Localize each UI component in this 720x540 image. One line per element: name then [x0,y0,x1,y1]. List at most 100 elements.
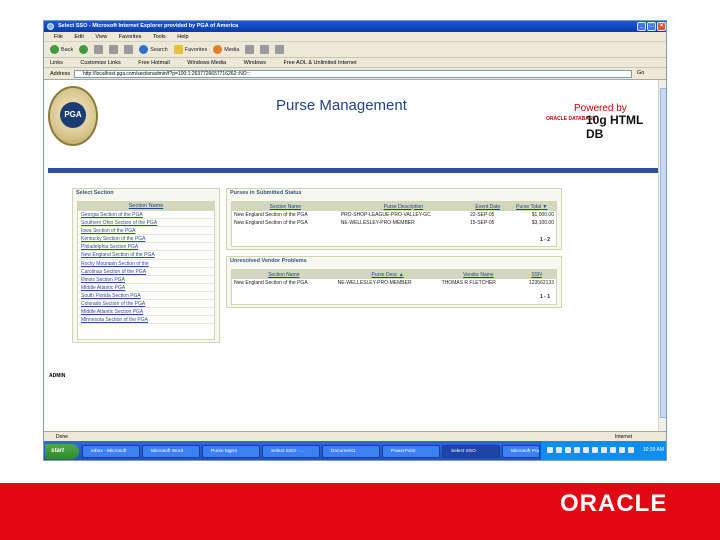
section-link[interactable]: Kentucky Section of the PGA [78,235,214,244]
section-link[interactable]: Iowa Section of the PGA [78,227,214,236]
taskbar-item[interactable]: Select SSO - ... [262,445,320,458]
media-button[interactable]: Media [213,45,239,54]
mail-button[interactable] [260,45,270,54]
back-button[interactable]: Back [50,45,73,54]
print-button[interactable] [275,45,285,54]
vendor-table: Section Name Purse Desc ▲ Vendor Name SS… [232,270,556,287]
table-row[interactable]: New England Section of the PGA NE-WELLES… [232,279,556,287]
section-link[interactable]: New England Section of the PGA [78,251,214,260]
browser-window: Select SSO - Microsoft Internet Explorer… [43,20,667,461]
minimize-button[interactable]: _ [637,22,646,31]
tray-icon[interactable] [610,447,616,453]
favorites-button[interactable]: Favorites [173,45,207,54]
vertical-scrollbar[interactable] [658,80,666,431]
close-button[interactable]: × [657,22,666,31]
menu-favorites[interactable]: Favorites [119,34,142,40]
stop-button[interactable] [94,45,104,54]
section-link[interactable]: Minnesota Section of the PGA [78,316,214,325]
purses-submitted-region: Purses in Submitted Status Section Name … [226,188,562,250]
taskbar-item[interactable]: Purse Mgmt [202,445,260,458]
col-purse-desc[interactable]: Purse Desc ▲ [335,270,440,279]
section-link[interactable]: Colorado Section of the PGA [78,300,214,309]
col-vendor-name[interactable]: Vendor Name [439,270,518,279]
link-customize[interactable]: Customize Links [80,60,120,66]
purses-region-title: Purses in Submitted Status [230,190,302,196]
search-button[interactable]: Search [139,45,168,54]
tray-icon[interactable] [565,447,571,453]
pga-logo: PGA [48,86,98,146]
taskbar-item[interactable]: Microsoft PowerPoint [502,445,540,458]
taskbar-item[interactable]: Select SSO [442,445,500,458]
col-ssn[interactable]: SSN [517,270,556,279]
section-link[interactable]: Georgia Section of the PGA [78,211,214,220]
media-icon [213,45,223,54]
star-icon [173,45,183,54]
start-button[interactable]: start [45,444,79,459]
taskbar-item[interactable]: PowerPoint [382,445,440,458]
section-link[interactable]: Middle Atlantic PGA [78,284,214,292]
menu-view[interactable]: View [95,34,107,40]
link-aol[interactable]: Free AOL & Unlimited Internet [283,60,356,66]
section-link[interactable]: Middle Atlantic Section PGA [78,308,214,317]
address-input[interactable]: http://localhost.pga.com/sectionadmin/f?… [74,70,632,78]
section-link[interactable]: South Florida Section PGA [78,292,214,301]
page-title: Purse Management [276,97,407,114]
section-name-header[interactable]: Section Name [78,202,214,211]
links-label: Links [50,60,63,66]
history-icon [245,45,255,54]
window-title: Select SSO - Microsoft Internet Explorer… [58,23,239,29]
table-row[interactable]: New England Section of the PGA NE-WELLES… [232,219,556,227]
tray-icon[interactable] [619,447,625,453]
address-bar: Address http://localhost.pga.com/section… [44,68,666,80]
vendor-table-wrap: Section Name Purse Desc ▲ Vendor Name SS… [231,269,557,305]
col-purse-description[interactable]: Purse Description [338,202,468,211]
link-windows[interactable]: Windows [244,60,266,66]
section-link[interactable]: Carolinas Section of the PGA [78,268,214,276]
tray-icon[interactable] [592,447,598,453]
col-purse-total[interactable]: Purse Total ▼ [507,202,556,211]
menu-file[interactable]: File [54,34,63,40]
sort-up-icon: ▲ [398,271,404,278]
menu-tools[interactable]: Tools [153,34,166,40]
taskbar-item[interactable]: Microsoft Word [142,445,200,458]
scrollbar-thumb[interactable] [660,88,666,418]
link-hotmail[interactable]: Free Hotmail [138,60,169,66]
menu-help[interactable]: Help [177,34,188,40]
system-tray: 10:39 AM [540,441,666,460]
taskbar-item[interactable]: Inbox - Microsoft [82,445,140,458]
browser-title-bar[interactable]: Select SSO - Microsoft Internet Explorer… [44,21,666,32]
history-button[interactable] [245,45,255,54]
links-bar: Links Customize Links Free Hotmail Windo… [44,58,666,68]
tray-icon[interactable] [601,447,607,453]
tray-icon[interactable] [583,447,589,453]
windows-taskbar: start Inbox - Microsoft Microsoft Word P… [44,441,666,460]
status-bar: Done Internet [44,431,666,441]
col-section-name[interactable]: Section Name [232,270,336,279]
section-link[interactable]: Southern Ohio Section of the PGA [78,219,214,228]
home-button[interactable] [124,45,134,54]
sort-down-icon: ▼ [542,203,548,210]
home-icon [124,45,134,54]
tray-icon[interactable] [556,447,562,453]
maximize-button[interactable]: □ [647,22,656,31]
tray-icon[interactable] [628,447,634,453]
section-link[interactable]: Philadelphia Section PGA [78,243,214,252]
taskbar-item[interactable]: Document1 [322,445,380,458]
tray-icon[interactable] [574,447,580,453]
col-event-date[interactable]: Event Date [467,202,508,211]
address-label: Address [50,71,71,77]
link-windows-media[interactable]: Windows Media [187,60,226,66]
section-link[interactable]: Illinois Section PGA [78,276,214,284]
col-section-name[interactable]: Section Name [232,202,339,211]
forward-button[interactable] [79,45,89,54]
menu-edit[interactable]: Edit [74,34,83,40]
section-link[interactable]: Rocky Mountain Section of the [78,260,214,268]
html-db-label: 10g HTML DB [586,113,644,141]
refresh-button[interactable] [109,45,119,54]
table-row[interactable]: New England Section of the PGA PRO-SHOP-… [232,211,556,219]
go-button[interactable]: Go [637,70,644,76]
tray-icon[interactable] [547,447,553,453]
purses-table: Section Name Purse Description Event Dat… [232,202,556,227]
page-content: PGA Purse Management Powered by ORACLE D… [44,80,658,431]
header-divider [48,168,658,173]
